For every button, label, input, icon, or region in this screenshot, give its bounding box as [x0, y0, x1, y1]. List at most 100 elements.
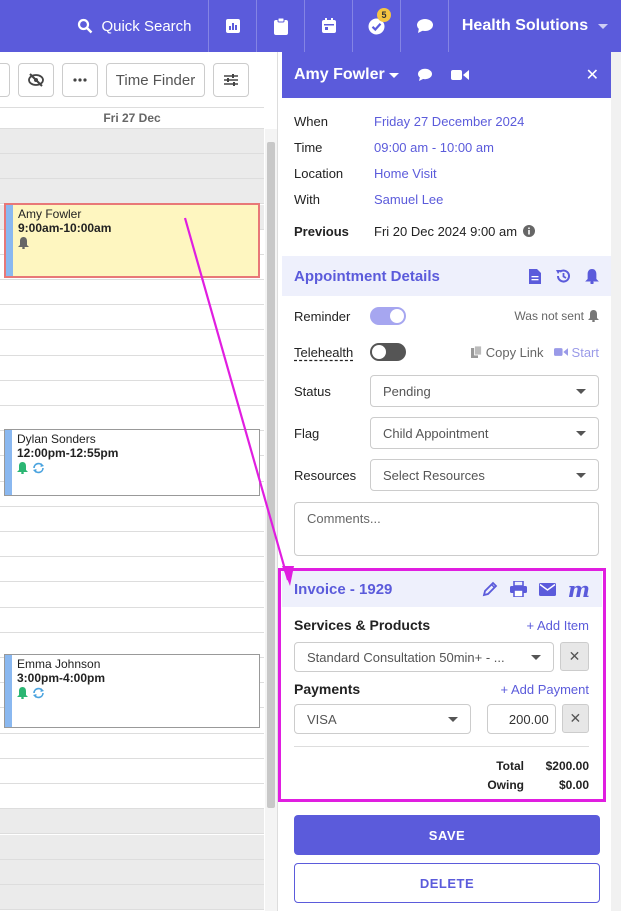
time-slot[interactable]: [0, 129, 264, 154]
time-slot[interactable]: [0, 734, 264, 759]
time-slot[interactable]: [0, 406, 264, 432]
client-name-menu[interactable]: Amy Fowler: [294, 66, 399, 84]
time-label: Time: [294, 139, 323, 155]
bell-icon: [588, 310, 599, 322]
reminder-status: Was not sent: [514, 309, 584, 323]
telehealth-toggle[interactable]: [370, 343, 406, 361]
copy-link-label: Copy Link: [485, 344, 544, 360]
time-slot[interactable]: [0, 784, 264, 810]
resources-placeholder: Select Resources: [383, 467, 485, 483]
calendar-toolbar: Time Finder: [0, 52, 277, 108]
more-button[interactable]: [62, 63, 98, 97]
time-slot[interactable]: [0, 507, 264, 532]
time-slot[interactable]: [0, 809, 264, 835]
time-slot[interactable]: [0, 532, 264, 558]
chat-icon[interactable]: [417, 68, 433, 82]
messages-button[interactable]: [401, 0, 449, 52]
tasks-button[interactable]: 5: [353, 0, 401, 52]
day-header: Fri 27 Dec: [0, 107, 264, 129]
start-label: Start: [571, 344, 599, 360]
sliders-icon: [224, 74, 238, 86]
save-button[interactable]: SAVE: [294, 815, 600, 855]
time-slot[interactable]: [0, 331, 264, 356]
appointment-name: Dylan Sonders: [17, 432, 96, 446]
time-slot[interactable]: [0, 859, 264, 885]
bell-icon[interactable]: [585, 268, 599, 284]
client-name: Amy Fowler: [294, 66, 385, 83]
chart-icon: [225, 19, 240, 33]
document-icon[interactable]: [529, 268, 541, 284]
flag-value: Child Appointment: [383, 425, 489, 441]
time-slot[interactable]: [0, 834, 264, 860]
status-value: Pending: [383, 383, 431, 399]
appointment-time: 9:00am-10:00am: [18, 221, 112, 235]
reports-button[interactable]: [209, 0, 257, 52]
time-finder-button[interactable]: Time Finder: [106, 63, 205, 97]
organisation-name: Health Solutions: [461, 17, 589, 34]
panel-footer: SAVE DELETE: [294, 815, 600, 903]
appointment-emma-johnson[interactable]: Emma Johnson 3:00pm-4:00pm: [4, 654, 260, 728]
calendar-icon: [321, 18, 336, 33]
close-icon[interactable]: ✕: [586, 65, 599, 85]
calendar-scrollbar[interactable]: [267, 142, 275, 808]
panel-header: Amy Fowler ✕: [282, 52, 611, 98]
video-icon[interactable]: [450, 69, 469, 81]
time-slot[interactable]: [0, 280, 264, 306]
clipboard-button[interactable]: [257, 0, 305, 52]
calendar-button[interactable]: [305, 0, 353, 52]
organisation-menu[interactable]: Health Solutions: [449, 0, 621, 52]
appointment-details-header: Appointment Details: [282, 256, 611, 296]
location-value[interactable]: Home Visit: [374, 166, 437, 181]
start-telehealth-button[interactable]: Start: [553, 344, 599, 360]
time-grid[interactable]: Amy Fowler 9:00am-10:00am Dylan Sonders …: [0, 129, 264, 911]
appointment-dylan-sonders[interactable]: Dylan Sonders 12:00pm-12:55pm: [4, 429, 260, 496]
comments-field[interactable]: Comments...: [294, 502, 599, 556]
previous-value: Fri 20 Dec 2024 9:00 am: [374, 223, 518, 239]
time-slot[interactable]: [0, 885, 264, 910]
chevron-down-icon: [576, 472, 586, 478]
chevron-down-icon: [598, 23, 609, 29]
time-slot[interactable]: [0, 759, 264, 784]
copy-link-button[interactable]: Copy Link: [470, 344, 544, 360]
panel-scrollbar-track[interactable]: [611, 52, 621, 911]
info-icon[interactable]: [523, 225, 536, 237]
top-bar: Quick Search 5 Health Solutions: [0, 0, 621, 52]
reminder-toggle[interactable]: [370, 307, 406, 325]
chevron-down-icon: [576, 430, 586, 436]
toolbar-partial-button[interactable]: [0, 63, 10, 97]
filter-settings-button[interactable]: [213, 63, 249, 97]
time-slot[interactable]: [0, 305, 264, 331]
appointment-details-title: Appointment Details: [294, 267, 440, 285]
bell-icon: [18, 237, 29, 249]
notification-badge: 5: [377, 8, 391, 22]
hide-button[interactable]: [18, 63, 54, 97]
appointment-name: Emma Johnson: [17, 657, 101, 671]
chat-icon: [416, 19, 433, 33]
location-label: Location: [294, 165, 344, 181]
when-label: When: [294, 113, 328, 129]
search-icon: [78, 18, 93, 34]
appointment-info: When Friday 27 December 2024 Time 09:00 am…: [282, 98, 611, 244]
resources-select[interactable]: Select Resources: [370, 459, 599, 491]
appointment-time: 12:00pm-12:55pm: [17, 446, 119, 460]
time-slot[interactable]: [0, 557, 264, 583]
time-value[interactable]: 09:00 am - 10:00 am: [374, 140, 494, 155]
time-slot[interactable]: [0, 179, 264, 205]
time-slot[interactable]: [0, 608, 264, 633]
bell-icon: [17, 687, 28, 699]
appointment-details: Reminder Was not sent Telehealth Copy Li…: [282, 298, 611, 556]
delete-button[interactable]: DELETE: [294, 863, 600, 903]
when-value[interactable]: Friday 27 December 2024: [374, 114, 524, 129]
time-slot[interactable]: [0, 356, 264, 381]
clipboard-icon: [273, 17, 288, 35]
previous-link[interactable]: Previous: [294, 224, 374, 239]
status-select[interactable]: Pending: [370, 375, 599, 407]
appointment-amy-fowler[interactable]: Amy Fowler 9:00am-10:00am: [4, 203, 260, 278]
history-icon[interactable]: [555, 268, 571, 284]
quick-search-button[interactable]: Quick Search: [61, 0, 209, 52]
time-slot[interactable]: [0, 583, 264, 608]
time-slot[interactable]: [0, 154, 264, 180]
flag-select[interactable]: Child Appointment: [370, 417, 599, 449]
with-value[interactable]: Samuel Lee: [374, 192, 443, 207]
time-slot[interactable]: [0, 381, 264, 406]
